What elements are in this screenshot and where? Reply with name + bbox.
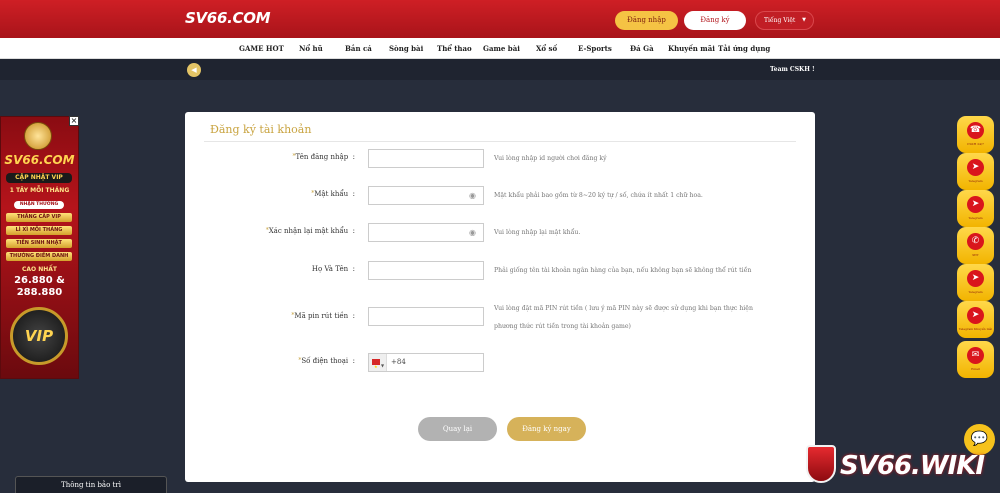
side-contact-telegram-promo[interactable]: ➤ Telegram Khuyến mãi [957,301,994,338]
headset-icon: ☎ [967,122,984,139]
vietnam-flag-icon [372,358,380,375]
username-label: *Tên đăng nhập : [292,153,355,161]
chevron-down-icon: ▼ [802,17,806,23]
fullname-input[interactable] [368,261,484,280]
banner-pill: TIỀN SINH NHẬT [6,239,72,248]
nav-item-ban-ca[interactable]: Bắn cá [345,44,372,53]
nav-item-da-ga[interactable]: Đá Gà [630,44,654,53]
announcement-text: Team CSKH ! [770,66,815,73]
side-contact-telegram-3[interactable]: ➤ Telegram [957,264,994,301]
banner-chip-text: VIP [24,327,54,345]
top-header [0,0,1000,38]
register-card [185,112,815,482]
side-contact-cskh[interactable]: ☎ CSKH 24/7 [957,116,994,153]
side-contact-label: Email [971,367,980,371]
side-contact-label: Telegram [968,290,983,294]
language-value: Tiếng Việt [764,17,796,24]
register-button[interactable]: Đăng ký [684,11,746,30]
banner-amount-2: 288.880 [16,287,63,298]
username-input[interactable] [368,149,484,168]
watermark-text: SV66.WIKI [840,451,985,481]
confirm-password-hint: Vui lòng nhập lại mật khẩu. [494,229,581,236]
banner-line1: 1 TÂY MỖI THÁNG [9,187,70,194]
password-input[interactable]: ◉ [368,186,484,205]
password-hint: Mật khẩu phải bao gồm từ 8~20 ký tự / số… [494,192,703,199]
crown-emblem-icon [24,122,52,150]
watermark-shield-icon [806,445,836,483]
nav-item-game-bai[interactable]: Game bài [483,44,520,53]
nav-item-game-hot[interactable]: GAME HOT [239,44,284,53]
phone-label: *Số điện thoại : [298,357,355,365]
side-contact-telegram[interactable]: ➤ Telegram [957,153,994,190]
nav-item-khuyen-mai[interactable]: Khuyến mãi [668,44,715,53]
banner-amount-1: 26.880 & [14,275,65,286]
language-select[interactable]: Tiếng Việt ▼ [755,11,814,30]
fullname-hint: Phải giống tên tài khoản ngân hàng của b… [494,267,752,274]
site-logo[interactable]: SV66.COM [185,9,271,27]
side-contact-phone[interactable]: ✆ SĐT [957,227,994,264]
banner-pill: THĂNG CẤP VIP [6,213,72,222]
eye-icon[interactable]: ◉ [469,191,478,200]
divider [204,141,796,142]
telegram-icon: ➤ [967,159,984,176]
nav-item-song-bai[interactable]: Sòng bài [389,44,423,53]
side-contact-label: SĐT [972,253,979,257]
fullname-label: Họ Và Tên : [311,265,355,273]
side-contact-label: Telegram Khuyến mãi [958,327,993,331]
phone-value: +84 [391,358,406,366]
username-hint: Vui lòng nhập id người chơi đăng ký [494,155,607,162]
banner-pill: THƯỞNG ĐIỂM DANH [6,252,72,261]
pin-hint-line2: phương thức rút tiền trong tài khoản gam… [494,323,631,330]
main-nav: GAME HOT Nổ hũ Bắn cá Sòng bài Thể thao … [0,38,1000,59]
pin-hint: Vui lòng đặt mã PIN rút tiền ( lưu ý mã … [494,305,753,312]
confirm-password-input[interactable]: ◉ [368,223,484,242]
password-label: *Mật khẩu : [311,190,355,198]
telegram-icon: ➤ [967,270,984,287]
country-code-select[interactable]: ▼ [369,354,387,375]
phone-input[interactable]: ▼ +84 [368,353,484,375]
banner-pill: LÌ XÌ MỖI THÁNG [6,226,72,235]
side-contact-label: CSKH 24/7 [967,142,984,146]
nav-item-tai-ung-dung[interactable]: Tải ứng dụng [718,44,770,53]
nav-item-no-hu[interactable]: Nổ hũ [299,44,323,53]
chevron-down-icon: ▼ [381,363,385,368]
banner-brand: SV66.COM [4,153,75,167]
eye-icon[interactable]: ◉ [469,228,478,237]
phone-icon: ✆ [967,233,984,250]
maintenance-tab[interactable]: Thông tin bảo trì [15,476,167,493]
telegram-icon: ➤ [967,196,984,213]
side-contact-telegram-2[interactable]: ➤ Telegram [957,190,994,227]
nav-item-esports[interactable]: E-Sports [578,44,612,53]
speaker-icon: ◀ [187,63,201,77]
confirm-password-label: *Xác nhận lại mật khẩu : [265,227,355,235]
side-contact-mail[interactable]: ✉ Email [957,341,994,378]
announcement-bar [0,59,1000,80]
pin-input[interactable] [368,307,484,326]
nav-item-xo-so[interactable]: Xổ số [536,44,557,53]
side-contact-label: Telegram [968,216,983,220]
nav-item-the-thao[interactable]: Thể thao [437,44,472,53]
pin-label: *Mã pin rút tiền : [291,312,355,320]
close-icon[interactable]: × [69,116,79,126]
login-button[interactable]: Đăng nhập [615,11,678,30]
page-title: Đăng ký tài khoản [210,123,312,136]
back-button[interactable]: Quay lại [418,417,497,441]
banner-sub: NHẬN THƯỞNG [14,201,64,209]
submit-register-button[interactable]: Đăng ký ngay [507,417,586,441]
mail-icon: ✉ [967,347,984,364]
banner-headline: CẬP NHẬT VIP [6,173,72,183]
banner-max-label: CAO NHẤT [21,266,57,273]
side-contact-label: Telegram [968,179,983,183]
telegram-icon: ➤ [967,307,984,324]
